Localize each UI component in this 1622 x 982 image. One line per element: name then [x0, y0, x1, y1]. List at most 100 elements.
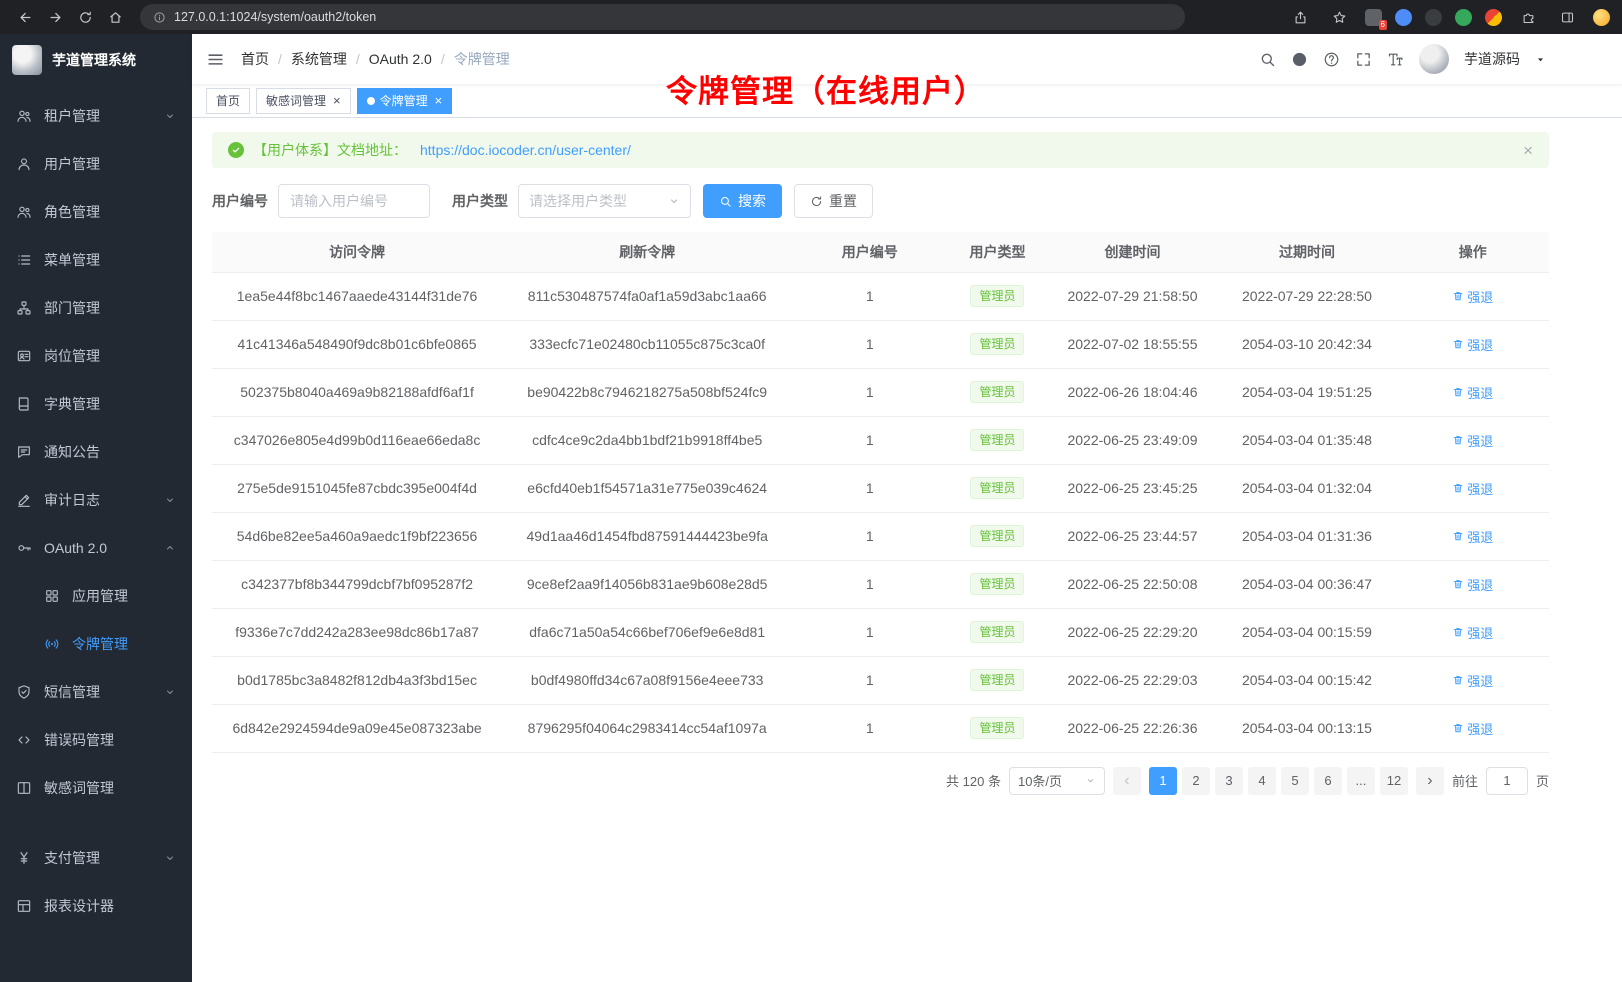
cell-expire-time: 2054-03-04 19:51:25: [1217, 368, 1396, 416]
sidebar-item-4[interactable]: 部门管理: [0, 284, 192, 332]
page-button-3[interactable]: 3: [1215, 767, 1243, 795]
tab-1[interactable]: 敏感词管理×: [256, 88, 351, 114]
sidebar-item-7[interactable]: 通知公告: [0, 428, 192, 476]
font-size-icon[interactable]: [1387, 51, 1404, 68]
site-info-icon[interactable]: [153, 11, 166, 24]
extension-badged-icon[interactable]: 6: [1365, 9, 1382, 26]
sidebar-menu: 租户管理用户管理角色管理菜单管理部门管理岗位管理字典管理通知公告审计日志OAut…: [0, 86, 192, 982]
breadcrumb-item-0[interactable]: 首页: [241, 49, 269, 69]
force-logout-button[interactable]: 强退: [1452, 431, 1493, 450]
user-menu-caret-icon[interactable]: [1535, 54, 1546, 65]
force-logout-button[interactable]: 强退: [1452, 287, 1493, 306]
sidebar-item-2[interactable]: 角色管理: [0, 188, 192, 236]
home-button[interactable]: [102, 4, 128, 30]
reset-button[interactable]: 重置: [794, 184, 873, 218]
breadcrumb-item-1[interactable]: 系统管理: [291, 49, 347, 69]
sidebar-toggle-icon[interactable]: [206, 50, 225, 69]
sidebar-item-label: 敏感词管理: [44, 778, 114, 798]
extensions-menu-button[interactable]: [1515, 4, 1541, 30]
column-header-3: 用户类型: [947, 232, 1047, 272]
tab-0[interactable]: 首页: [206, 88, 250, 114]
github-icon[interactable]: [1291, 51, 1308, 68]
columns-icon: [16, 780, 32, 796]
sidebar-item-14[interactable]: 敏感词管理: [0, 764, 192, 812]
url-bar[interactable]: 127.0.0.1:1024/system/oauth2/token: [140, 4, 1185, 30]
sidebar-item-1[interactable]: 用户管理: [0, 140, 192, 188]
breadcrumb-item-2[interactable]: OAuth 2.0: [369, 51, 432, 67]
close-tab-icon[interactable]: ×: [435, 94, 443, 107]
user-name[interactable]: 芋道源码: [1464, 49, 1520, 69]
sidebar-item-15[interactable]: 支付管理: [0, 834, 192, 882]
next-page-button[interactable]: ›: [1416, 767, 1444, 795]
doc-link[interactable]: https://doc.iocoder.cn/user-center/: [420, 142, 631, 158]
force-logout-button[interactable]: 强退: [1452, 623, 1493, 642]
sidebar-item-6[interactable]: 字典管理: [0, 380, 192, 428]
sidebar-item-9[interactable]: OAuth 2.0: [0, 524, 192, 572]
page-button-6[interactable]: 6: [1314, 767, 1342, 795]
force-logout-button[interactable]: 强退: [1452, 575, 1493, 594]
user-type-select[interactable]: 请选择用户类型: [518, 184, 691, 218]
token-table: 访问令牌刷新令牌用户编号用户类型创建时间过期时间操作 1ea5e44f8bc14…: [212, 232, 1549, 753]
close-tab-icon[interactable]: ×: [333, 94, 341, 107]
bookmark-button[interactable]: [1326, 4, 1352, 30]
main-area: 首页/系统管理/OAuth 2.0/令牌管理 芋道源码 首页敏感词管理×令牌管理…: [192, 34, 1622, 982]
table-body: 1ea5e44f8bc1467aaede43144f31de76811c5304…: [212, 272, 1549, 752]
sidebar-item-0[interactable]: 租户管理: [0, 92, 192, 140]
search-button[interactable]: 搜索: [703, 184, 782, 218]
page-button-5[interactable]: 5: [1281, 767, 1309, 795]
sidebar-item-10[interactable]: 应用管理: [0, 572, 192, 620]
user-type-tag: 管理员: [970, 525, 1024, 547]
search-icon[interactable]: [1259, 51, 1276, 68]
page-button-4[interactable]: 4: [1248, 767, 1276, 795]
alert-close-icon[interactable]: ×: [1523, 142, 1533, 159]
cell-action: 强退: [1397, 608, 1549, 656]
fullscreen-icon[interactable]: [1355, 51, 1372, 68]
app-logo[interactable]: 芋道管理系统: [0, 34, 192, 86]
share-button[interactable]: [1287, 4, 1313, 30]
sidebar-item-3[interactable]: 菜单管理: [0, 236, 192, 284]
prev-page-button[interactable]: ‹: [1113, 767, 1141, 795]
user-type-tag: 管理员: [970, 621, 1024, 643]
goto-page-input[interactable]: [1486, 767, 1528, 795]
page-size-select[interactable]: 10条/页: [1009, 767, 1105, 795]
sidebar-item-12[interactable]: 短信管理: [0, 668, 192, 716]
force-logout-button[interactable]: 强退: [1452, 719, 1493, 738]
sidebar-item-8[interactable]: 审计日志: [0, 476, 192, 524]
forward-button[interactable]: [42, 4, 68, 30]
user-id-input[interactable]: [278, 184, 430, 218]
extension-green-icon[interactable]: [1455, 9, 1472, 26]
delete-icon: [1452, 290, 1464, 302]
force-logout-button[interactable]: 强退: [1452, 383, 1493, 402]
cell-access-token: 6d842e2924594de9a09e45e087323abe: [212, 704, 502, 752]
sidebar-item-5[interactable]: 岗位管理: [0, 332, 192, 380]
cell-access-token: b0d1785bc3a8482f812db4a3f3bd15ec: [212, 656, 502, 704]
force-logout-button[interactable]: 强退: [1452, 335, 1493, 354]
goto-unit: 页: [1536, 771, 1549, 790]
more-pages-button[interactable]: ...: [1347, 767, 1375, 795]
help-icon[interactable]: [1323, 51, 1340, 68]
sidebar-item-label: 应用管理: [72, 586, 128, 606]
force-logout-button[interactable]: 强退: [1452, 671, 1493, 690]
page-button-1[interactable]: 1: [1149, 767, 1177, 795]
sidebar-item-13[interactable]: 错误码管理: [0, 716, 192, 764]
extension-dark-icon[interactable]: [1425, 9, 1442, 26]
force-logout-button[interactable]: 强退: [1452, 527, 1493, 546]
back-button[interactable]: [12, 4, 38, 30]
reload-button[interactable]: [72, 4, 98, 30]
tab-2[interactable]: 令牌管理×: [357, 88, 453, 114]
delete-icon: [1452, 722, 1464, 734]
user-avatar[interactable]: [1419, 44, 1449, 74]
page-button-2[interactable]: 2: [1182, 767, 1210, 795]
profile-avatar-icon[interactable]: [1593, 9, 1610, 26]
table-row: f9336e7c7dd242a283ee98dc86b17a87dfa6c71a…: [212, 608, 1549, 656]
page-button-12[interactable]: 12: [1380, 767, 1408, 795]
extension-blue-icon[interactable]: [1395, 9, 1412, 26]
active-tab-dot: [367, 97, 375, 105]
delete-icon: [1452, 434, 1464, 446]
cell-action: 强退: [1397, 560, 1549, 608]
sidebar-item-11[interactable]: 令牌管理: [0, 620, 192, 668]
extension-colorful-icon[interactable]: [1485, 9, 1502, 26]
force-logout-button[interactable]: 强退: [1452, 479, 1493, 498]
sidebar-item-16[interactable]: 报表设计器: [0, 882, 192, 930]
side-panel-button[interactable]: [1554, 4, 1580, 30]
